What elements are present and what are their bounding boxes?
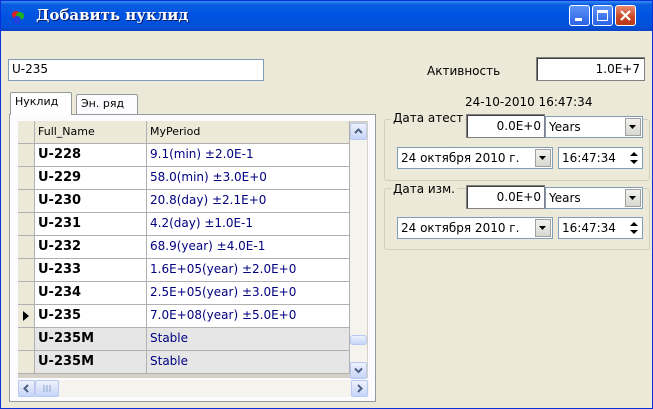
attest-time-input[interactable]: 16:47:34 [558,147,643,169]
measure-time-value: 16:47:34 [562,221,616,235]
cell-my-period[interactable]: 2.5E+05(year) ±3.0E+0 [147,282,350,305]
measure-unit-dropdown-button[interactable] [625,189,641,207]
row-indicator[interactable] [18,282,35,305]
measure-date-dropdown-button[interactable] [535,219,551,237]
minimize-icon [575,18,582,21]
cell-full-name[interactable]: U-235 [35,305,147,328]
row-indicator[interactable] [18,213,35,236]
app-icon [12,11,24,24]
dialog-window: Добавить нуклид U-235 Активность 1.0E+7 … [0,0,653,409]
chevron-left-icon [23,384,29,393]
cell-my-period[interactable]: Stable [147,328,350,351]
minimize-button[interactable] [569,5,590,26]
cell-my-period[interactable]: 20.8(day) ±2.1E+0 [147,190,350,213]
header-indicator [18,121,35,144]
column-header-my-period[interactable]: MyPeriod [147,121,350,144]
attest-unit-select[interactable]: Years [545,116,643,138]
row-indicator[interactable] [18,144,35,167]
measure-value: 0.0E+0 [496,190,541,204]
measure-value-input[interactable]: 0.0E+0 [466,185,545,209]
cell-my-period[interactable]: 68.9(year) ±4.0E-1 [147,236,350,259]
cell-full-name[interactable]: U-234 [35,282,147,305]
row-indicator[interactable] [18,167,35,190]
tab-nuclide-label: Нуклид [15,95,59,108]
measure-date-title: Дата изм. [391,182,457,196]
attest-date-picker[interactable]: 24 октября 2010 г. [397,147,553,169]
attest-value: 0.0E+0 [496,119,541,133]
dropdown-arrow-icon [539,226,546,230]
cell-full-name[interactable]: U-232 [35,236,147,259]
close-button[interactable] [615,5,636,26]
activity-value: 1.0E+7 [595,62,640,76]
scroll-down-button[interactable] [350,362,367,379]
column-header-full-name[interactable]: Full_Name [35,121,147,144]
title-bar[interactable]: Добавить нуклид [1,1,652,31]
attest-date-dropdown-button[interactable] [535,149,551,167]
cell-my-period[interactable]: 1.6E+05(year) ±2.0E+0 [147,259,350,282]
dropdown-arrow-icon [629,196,636,200]
nuclide-name-value: U-235 [12,62,49,76]
cell-my-period[interactable]: 58.0(min) ±3.0E+0 [147,167,350,190]
vertical-scrollbar[interactable] [350,123,367,379]
cell-full-name[interactable]: U-235M [35,351,147,374]
cell-my-period[interactable]: 7.0E+08(year) ±5.0E+0 [147,305,350,328]
spin-updown-icon[interactable] [627,149,641,167]
scroll-thumb[interactable] [350,335,367,345]
nuclide-table[interactable]: Full_Name MyPeriod U-228 9.1(min) ±2.0E-1… [18,121,368,378]
attest-unit-dropdown-button[interactable] [625,118,641,136]
attest-value-input[interactable]: 0.0E+0 [466,114,545,138]
measure-time-input[interactable]: 16:47:34 [558,217,643,239]
cell-my-period[interactable]: 9.1(min) ±2.0E-1 [147,144,350,167]
dropdown-arrow-icon [629,125,636,129]
tab-energy-series[interactable]: Эн. ряд [76,94,138,114]
attest-unit-value: Years [549,120,581,134]
measure-unit-value: Years [549,191,581,205]
tab-nuclide[interactable]: Нуклид [10,92,72,115]
horizontal-scrollbar[interactable] [18,380,369,397]
attest-time-value: 16:47:34 [562,151,616,165]
maximize-icon [597,10,608,21]
activity-input[interactable]: 1.0E+7 [536,57,645,81]
maximize-button[interactable] [592,5,613,26]
cell-full-name[interactable]: U-229 [35,167,147,190]
cell-my-period[interactable]: 4.2(day) ±1.0E-1 [147,213,350,236]
row-indicator[interactable] [18,236,35,259]
nuclide-name-input[interactable]: U-235 [8,59,264,81]
dropdown-arrow-icon [539,156,546,160]
chevron-up-icon [354,128,363,134]
hscroll-thumb[interactable] [35,380,59,397]
cell-full-name[interactable]: U-228 [35,144,147,167]
row-indicator[interactable] [18,190,35,213]
attest-date-value: 24 октября 2010 г. [401,151,520,165]
column-header-full-name-label: Full_Name [38,125,95,138]
scroll-left-button[interactable] [18,380,35,397]
chevron-right-icon [357,384,363,393]
attest-date-title: Дата атест [391,111,466,125]
cell-full-name[interactable]: U-233 [35,259,147,282]
window-title: Добавить нуклид [36,6,189,24]
activity-label: Активность [427,64,501,78]
tab-energy-series-label: Эн. ряд [81,97,125,110]
cell-full-name[interactable]: U-231 [35,213,147,236]
close-icon [620,10,631,21]
measure-unit-select[interactable]: Years [545,187,643,209]
timestamp-label: 24-10-2010 16:47:34 [465,95,593,109]
spin-updown-icon[interactable] [627,219,641,237]
chevron-down-icon [354,367,363,374]
cell-my-period[interactable]: Stable [147,351,350,374]
current-row-icon [23,311,29,321]
scroll-up-button[interactable] [350,123,367,140]
row-indicator[interactable] [18,305,35,328]
measure-date-value: 24 октября 2010 г. [401,221,520,235]
cell-full-name[interactable]: U-235M [35,328,147,351]
grip-icon [43,385,51,392]
row-indicator[interactable] [18,351,35,374]
row-indicator[interactable] [18,328,35,351]
row-indicator[interactable] [18,259,35,282]
scroll-right-button[interactable] [351,380,368,397]
measure-date-picker[interactable]: 24 октября 2010 г. [397,217,553,239]
column-header-my-period-label: MyPeriod [150,125,201,138]
cell-full-name[interactable]: U-230 [35,190,147,213]
